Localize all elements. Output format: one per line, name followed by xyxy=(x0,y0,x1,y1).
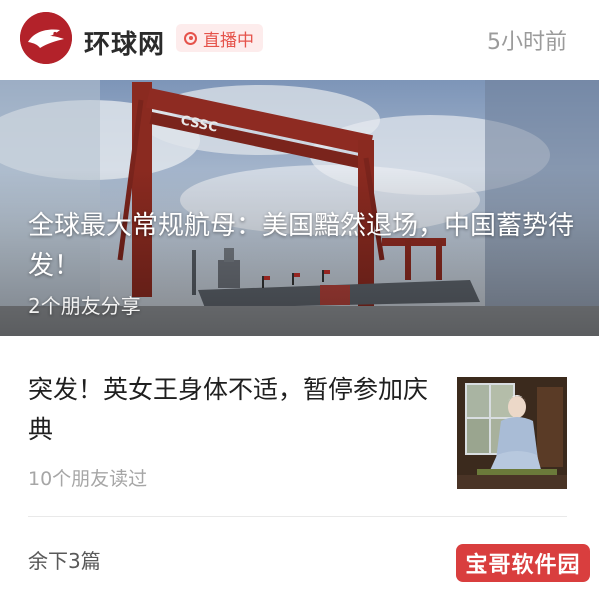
live-indicator-icon xyxy=(184,31,197,45)
account-name[interactable]: 环球网 xyxy=(84,24,165,61)
article-list-item[interactable]: 突发！英女王身体不适，暂停参加庆典 10个朋友读过 xyxy=(0,352,599,512)
remaining-articles-link[interactable]: 余下3篇 xyxy=(28,545,101,574)
account-header: 环球网 直播中 5小时前 xyxy=(0,0,599,78)
live-label: 直播中 xyxy=(203,30,254,51)
hero-article-card[interactable]: CSSC 全球最大常规航母：美国黯然退场，中国蓄势待发！ 2个朋友分享 xyxy=(0,80,599,336)
article-headline[interactable]: 突发！英女王身体不适，暂停参加庆典 xyxy=(28,370,438,450)
hero-share-count: 2个朋友分享 xyxy=(28,294,141,318)
divider xyxy=(28,516,567,517)
live-badge[interactable]: 直播中 xyxy=(176,24,263,52)
huanqiu-logo-icon[interactable] xyxy=(20,12,72,64)
queen-portrait-image xyxy=(457,377,567,489)
article-read-count: 10个朋友读过 xyxy=(28,468,148,490)
post-time: 5小时前 xyxy=(487,30,567,55)
queen-portrait-thumbnail[interactable] xyxy=(457,377,567,489)
hero-headline[interactable]: 全球最大常规航母：美国黯然退场，中国蓄势待发！ xyxy=(28,206,588,286)
watermark-logo: 宝哥软件园 xyxy=(456,544,590,582)
watermark-text: 宝哥软件园 xyxy=(465,553,581,578)
